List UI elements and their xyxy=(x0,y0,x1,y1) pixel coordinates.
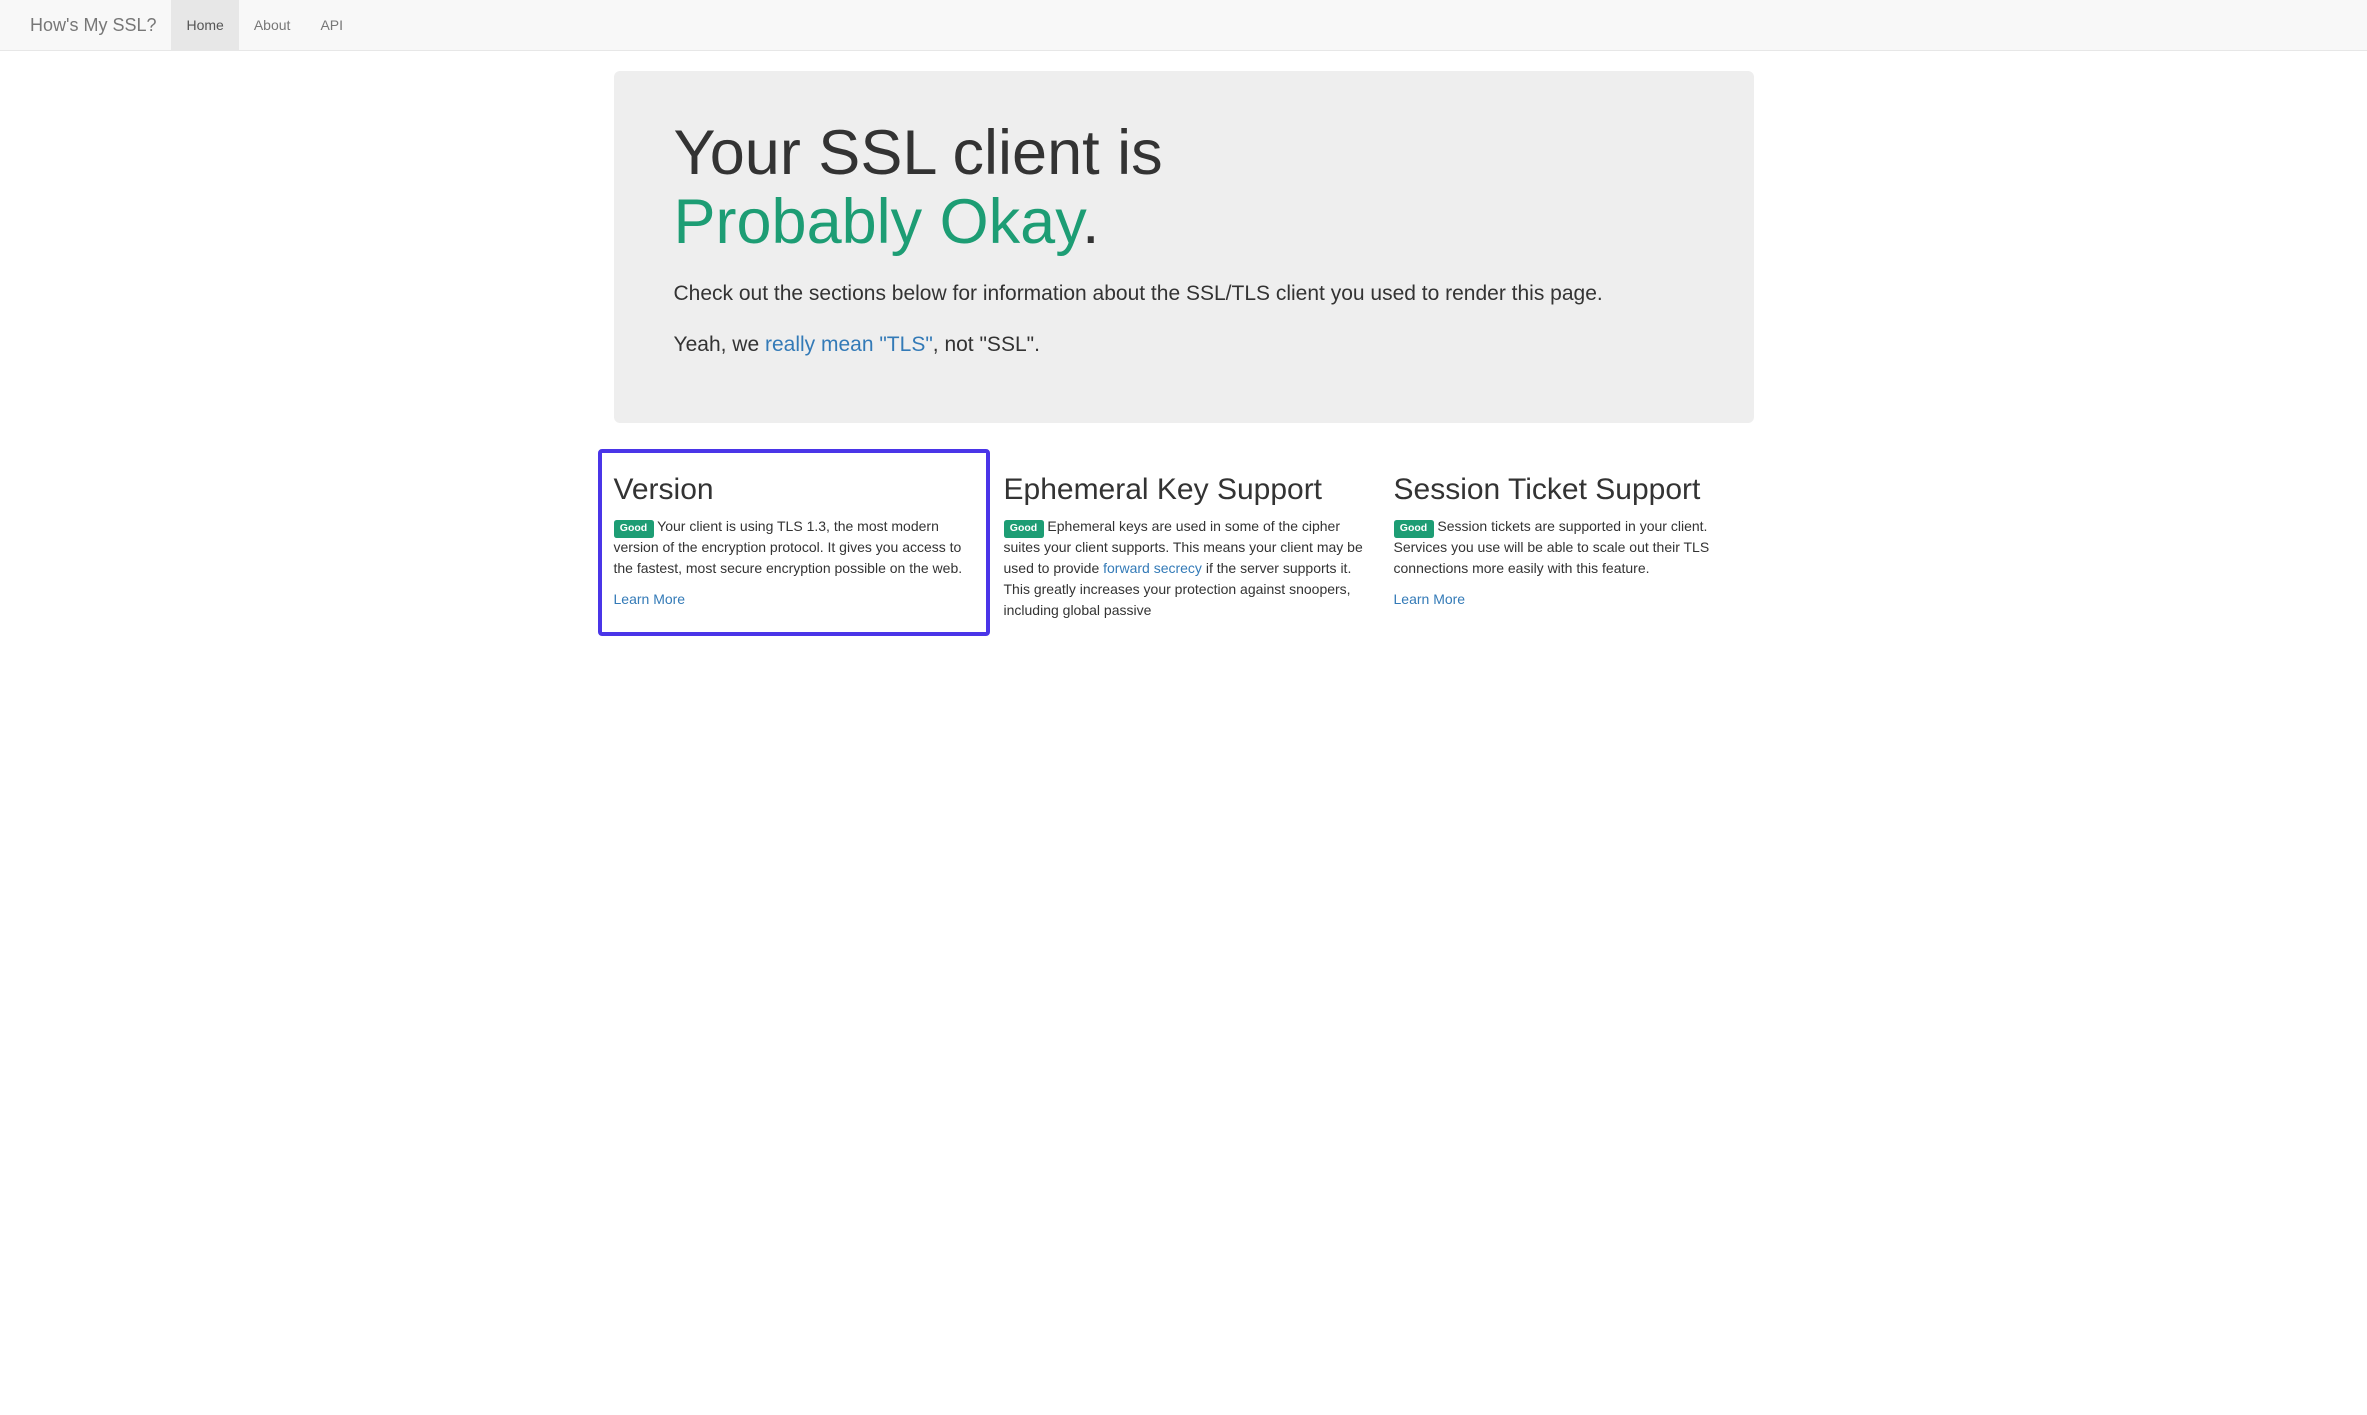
card-session: Session Ticket Support Good Session tick… xyxy=(1379,453,1769,636)
session-learn-more[interactable]: Learn More xyxy=(1394,591,1466,607)
hero-dot: . xyxy=(1082,187,1100,257)
session-text: Good Session tickets are supported in yo… xyxy=(1394,516,1754,579)
card-version: Version Good Your client is using TLS 1.… xyxy=(599,453,989,636)
version-title: Version xyxy=(614,473,974,506)
nav-api[interactable]: API xyxy=(305,0,358,50)
nav-list: Home About API xyxy=(171,0,358,50)
nav-home[interactable]: Home xyxy=(171,0,238,50)
cards-row: Version Good Your client is using TLS 1.… xyxy=(599,453,1769,636)
navbar: How's My SSL? Home About API xyxy=(0,0,2367,51)
version-badge: Good xyxy=(614,520,654,537)
version-highlight: Version Good Your client is using TLS 1.… xyxy=(598,449,990,636)
nav-about[interactable]: About xyxy=(239,0,306,50)
hero-heading: Your SSL client is Probably Okay. xyxy=(674,119,1694,258)
tls-link[interactable]: really mean "TLS" xyxy=(765,333,933,356)
hero-note: Yeah, we really mean "TLS", not "SSL". xyxy=(674,330,1694,360)
session-title: Session Ticket Support xyxy=(1394,473,1754,506)
hero-sub: Check out the sections below for informa… xyxy=(674,279,1694,309)
ephemeral-badge: Good xyxy=(1004,520,1044,537)
version-body: Your client is using TLS 1.3, the most m… xyxy=(614,518,963,576)
version-text: Good Your client is using TLS 1.3, the m… xyxy=(614,516,974,579)
session-body: Session tickets are supported in your cl… xyxy=(1394,518,1710,576)
hero-note-prefix: Yeah, we xyxy=(674,333,765,356)
ephemeral-text: Good Ephemeral keys are used in some of … xyxy=(1004,516,1364,621)
session-badge: Good xyxy=(1394,520,1434,537)
forward-secrecy-link[interactable]: forward secrecy xyxy=(1103,560,1202,576)
hero-note-suffix: , not "SSL". xyxy=(933,333,1040,356)
ephemeral-title: Ephemeral Key Support xyxy=(1004,473,1364,506)
version-learn-more[interactable]: Learn More xyxy=(614,591,686,607)
brand-link[interactable]: How's My SSL? xyxy=(15,0,171,50)
hero-line1: Your SSL client is xyxy=(674,118,1163,188)
hero-rating: Probably Okay xyxy=(674,187,1083,257)
hero: Your SSL client is Probably Okay. Check … xyxy=(614,71,1754,423)
card-ephemeral: Ephemeral Key Support Good Ephemeral key… xyxy=(989,453,1379,636)
